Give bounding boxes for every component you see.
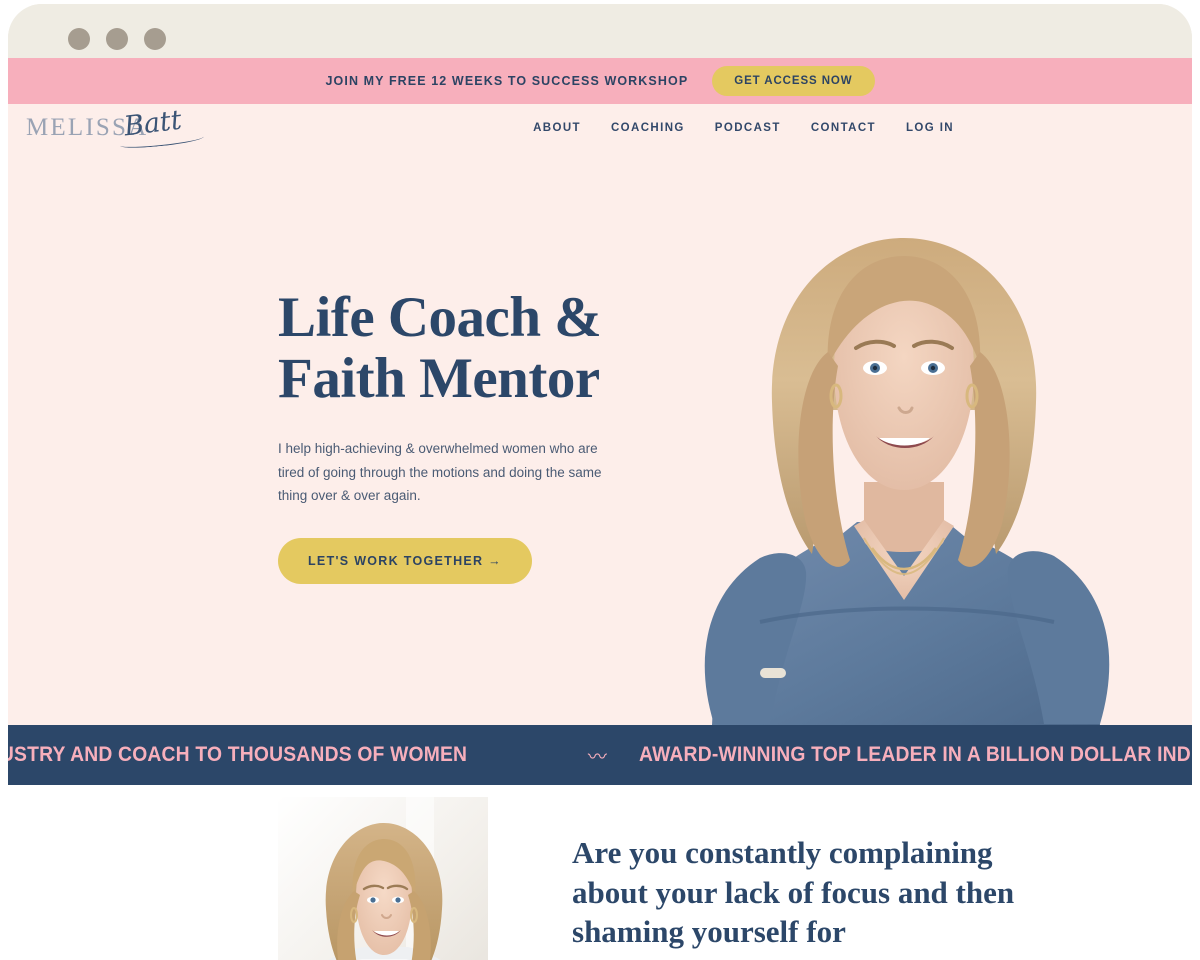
marquee-track: AWARD-WINNING TOP LEADER IN A BILLION DO…: [8, 742, 1192, 769]
announcement-text: JOIN MY FREE 12 WEEKS TO SUCCESS WORKSHO…: [325, 74, 689, 88]
nav-item-about[interactable]: ABOUT: [533, 122, 581, 134]
page-viewport: JOIN MY FREE 12 WEEKS TO SUCCESS WORKSHO…: [8, 58, 1192, 960]
hero-paragraph: I help high-achieving & overwhelmed wome…: [278, 440, 602, 504]
marquee-text: AWARD-WINNING TOP LEADER IN A BILLION DO…: [8, 743, 468, 766]
window-maximize-dot[interactable]: [144, 28, 166, 50]
window-close-dot[interactable]: [68, 28, 90, 50]
main-navigation: ABOUT COACHING PODCAST CONTACT LOG IN: [533, 104, 954, 152]
marquee-separator-icon: 〰: [587, 746, 607, 768]
hero-title: Life Coach & Faith Mentor: [278, 287, 628, 409]
nav-item-contact[interactable]: CONTACT: [811, 122, 876, 134]
about-photo-card: [278, 797, 488, 960]
window-minimize-dot[interactable]: [106, 28, 128, 50]
window-controls: [68, 28, 166, 50]
browser-window-frame: JOIN MY FREE 12 WEEKS TO SUCCESS WORKSHO…: [8, 4, 1192, 960]
announcement-bar: JOIN MY FREE 12 WEEKS TO SUCCESS WORKSHO…: [8, 58, 1192, 104]
nav-item-coaching[interactable]: COACHING: [611, 122, 685, 134]
nav-item-log-in[interactable]: LOG IN: [906, 122, 954, 134]
hero-portrait-image: [704, 238, 1110, 725]
browser-titlebar: [8, 4, 1192, 58]
hero-title-line-2: Faith Mentor: [278, 346, 600, 410]
nav-item-podcast[interactable]: PODCAST: [715, 122, 781, 134]
get-access-now-button[interactable]: GET ACCESS NOW: [712, 66, 875, 96]
lower-section: Are you constantly complaining about you…: [8, 785, 1192, 960]
hero-copy-block: Life Coach & Faith Mentor I help high-ac…: [278, 287, 628, 584]
hero-section: Life Coach & Faith Mentor I help high-ac…: [8, 152, 1192, 725]
lower-section-heading: Are you constantly complaining about you…: [572, 835, 1015, 960]
marquee-banner: AWARD-WINNING TOP LEADER IN A BILLION DO…: [8, 725, 1192, 785]
about-portrait-image: [278, 797, 488, 960]
site-logo[interactable]: MELISSA Batt: [20, 105, 220, 150]
marquee-text: AWARD-WINNING TOP LEADER IN A BILLION DO…: [638, 743, 1192, 766]
hero-title-line-1: Life Coach &: [278, 286, 602, 349]
lets-work-together-button[interactable]: LET'S WORK TOGETHER →: [278, 537, 532, 584]
site-header: MELISSA Batt ABOUT COACHING PODCAST CONT…: [8, 104, 1192, 152]
